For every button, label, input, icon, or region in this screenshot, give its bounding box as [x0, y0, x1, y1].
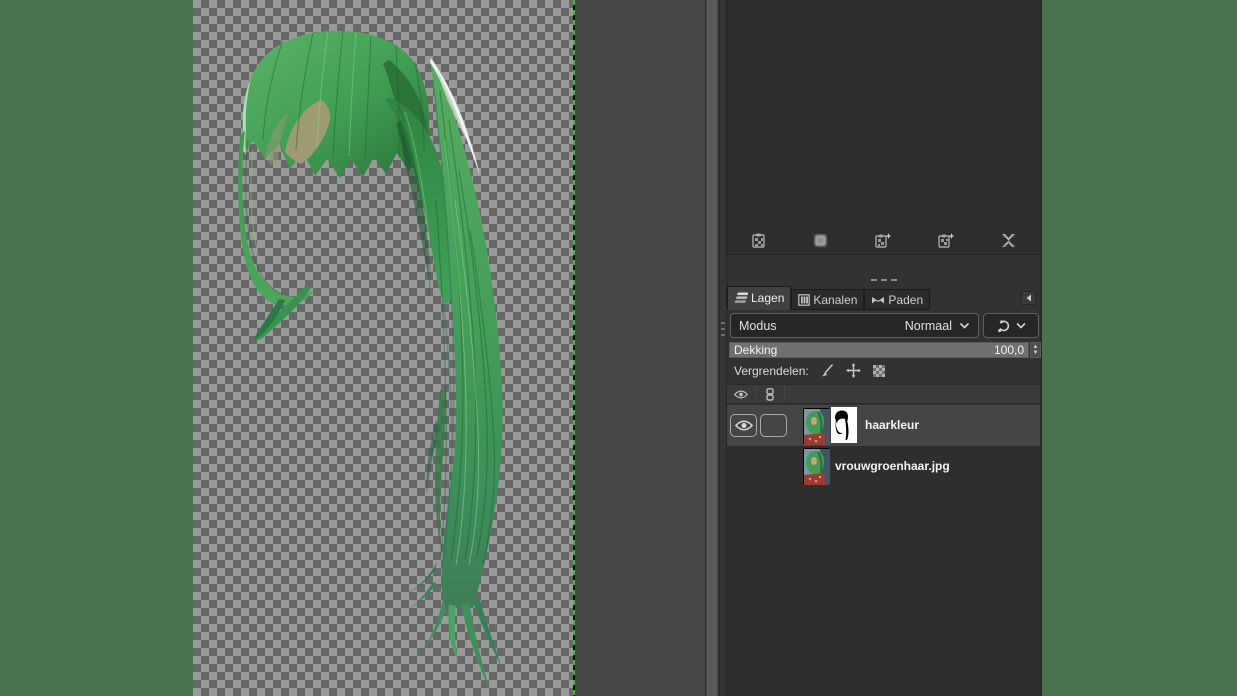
- splitter-grip-icon: [721, 318, 725, 340]
- tab-paden[interactable]: Paden: [864, 289, 931, 310]
- alpha-checker-icon: [872, 364, 885, 377]
- tab-lagen-label: Lagen: [751, 291, 785, 305]
- layer-thumbnail[interactable]: [803, 408, 830, 445]
- tab-kanalen-label: Kanalen: [813, 292, 858, 307]
- eye-icon: [734, 390, 748, 398]
- canvas-window-padding: [575, 0, 705, 696]
- reset-circular-arrow-icon: [997, 319, 1009, 332]
- gimp-screen: Lagen Kanalen Paden Modus Normaal Dekkin…: [0, 0, 1237, 696]
- tab-lagen[interactable]: Lagen: [727, 286, 792, 310]
- canvas-vertical-scrollbar[interactable]: [705, 0, 719, 696]
- layer-name[interactable]: vrouwgroenhaar.jpg: [835, 459, 950, 473]
- blurred-thumbnail-icon: [815, 234, 827, 246]
- dialog-tabbar: Lagen Kanalen Paden: [727, 286, 1040, 310]
- hair-cutout-image: [238, 30, 503, 691]
- lock-label: Vergrendelen:: [734, 363, 809, 378]
- tab-kanalen[interactable]: Kanalen: [791, 289, 865, 310]
- layer-visibility-toggle[interactable]: [730, 414, 757, 437]
- right-dock: Lagen Kanalen Paden Modus Normaal Dekkin…: [727, 0, 1042, 696]
- opacity-spinner[interactable]: ▲ ▼: [1030, 342, 1041, 358]
- mode-value: Normaal: [904, 318, 952, 333]
- eye-icon: [734, 420, 753, 431]
- chain-link-icon: [766, 387, 774, 401]
- chevron-down-icon: [959, 322, 970, 329]
- lock-position-button[interactable]: [845, 363, 861, 378]
- triangle-left-icon: [1026, 294, 1031, 302]
- buffers-panel: [727, 0, 1040, 255]
- layer-mode-row: Modus Normaal: [730, 313, 1039, 338]
- lock-alpha-button[interactable]: [872, 364, 886, 378]
- paths-icon: [872, 296, 885, 303]
- mode-reset-button[interactable]: [983, 313, 1039, 338]
- buffers-button-row: [727, 229, 1040, 251]
- layers-icon: [734, 292, 748, 303]
- layer-list: haarkleur vrouwgroenhaar.jpg: [727, 405, 1040, 696]
- pane-resize-grip[interactable]: [727, 279, 1040, 281]
- delete-buffer-button[interactable]: [997, 229, 1021, 251]
- layer-mask-thumbnail[interactable]: [831, 407, 857, 443]
- portrait-thumbnail-image: [804, 409, 830, 445]
- clipboard-checker-icon: [752, 233, 765, 248]
- lock-row: Vergrendelen:: [734, 361, 886, 380]
- paintbrush-icon: [821, 364, 833, 377]
- portrait-thumbnail-image: [804, 449, 830, 485]
- mode-label: Modus: [739, 318, 777, 333]
- tab-menu-button[interactable]: [1021, 291, 1036, 305]
- visibility-column-header[interactable]: [727, 385, 756, 403]
- layer-link-toggle[interactable]: [760, 414, 787, 437]
- opacity-label: Dekking: [734, 343, 778, 357]
- opacity-value: 100,0: [993, 343, 1024, 357]
- clipboard-duplicate-icon: [938, 232, 955, 248]
- spinner-down-icon[interactable]: ▼: [1033, 350, 1039, 356]
- mask-thumbnail-image: [833, 409, 855, 441]
- opacity-slider[interactable]: Dekking 100,0: [729, 342, 1029, 358]
- dock-splitter-handle[interactable]: [719, 0, 727, 696]
- link-column-header[interactable]: [756, 385, 785, 403]
- lock-pixels-button[interactable]: [820, 363, 835, 378]
- layer-thumbnail[interactable]: [803, 448, 830, 485]
- chevron-down-icon: [1015, 322, 1026, 329]
- move-cross-icon: [845, 363, 861, 378]
- layer-row-vrouwgroenhaar[interactable]: vrouwgroenhaar.jpg: [727, 446, 1040, 487]
- mode-dropdown[interactable]: Modus Normaal: [730, 313, 979, 338]
- paste-buffer-button[interactable]: [746, 229, 770, 251]
- paste-as-new-layer-button[interactable]: [871, 229, 895, 251]
- layer-row-haarkleur[interactable]: haarkleur: [727, 405, 1040, 446]
- clipboard-new-icon: [875, 232, 892, 248]
- layer-list-header: [727, 384, 1040, 404]
- delete-x-icon: [1002, 233, 1016, 247]
- tab-paden-label: Paden: [888, 292, 924, 307]
- paste-buffer-into-button[interactable]: [809, 229, 833, 251]
- layer-name[interactable]: haarkleur: [865, 418, 919, 432]
- channels-icon: [798, 293, 811, 306]
- image-canvas[interactable]: [193, 0, 573, 696]
- paste-as-new-image-button[interactable]: [934, 229, 958, 251]
- scrollbar-thumb[interactable]: [706, 0, 718, 696]
